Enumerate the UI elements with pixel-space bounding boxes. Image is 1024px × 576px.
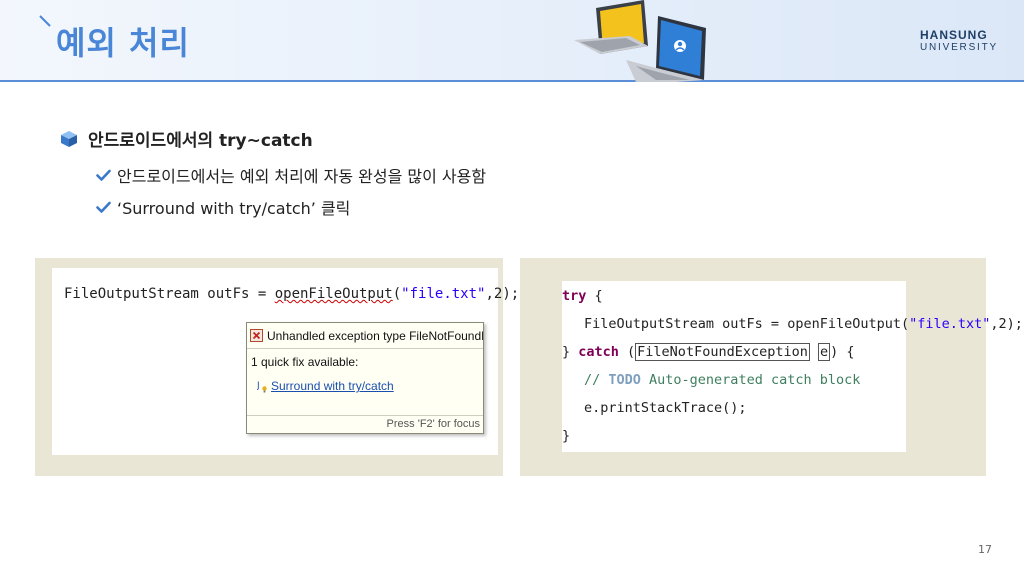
code-line: FileOutputStream outFs = openFileOutput(… [64, 286, 519, 302]
try-catch-result-screenshot: try { FileOutputStream outFs = openFileO… [520, 258, 1023, 476]
bullet-item-2: ‘Surround with try/catch’ 클릭 [96, 195, 350, 219]
title-accent-mark [39, 15, 51, 27]
cube-bullet-icon [61, 130, 77, 147]
quick-fix-link-text[interactable]: Surround with try/catch [271, 379, 394, 393]
code-line-1: try { [562, 288, 603, 304]
popup-footer: Press 'F2' for focus [247, 415, 483, 433]
svg-text:J: J [257, 381, 260, 391]
code-line-6: } [562, 428, 571, 444]
bullet-item-1: 안드로이드에서는 예외 처리에 자동 완성을 많이 사용함 [96, 163, 486, 187]
code-text: ,2); [990, 316, 1023, 332]
popup-header-text: Unhandled exception type FileNotFoundExc… [267, 328, 483, 343]
code-string: "file.txt" [401, 286, 486, 302]
comment-text: Auto-generated catch block [640, 372, 861, 388]
section-heading: 안드로이드에서의 try~catch [60, 126, 313, 151]
lightbulb-icon: J [257, 381, 267, 393]
logo-top-text: HANSUNG [919, 28, 988, 42]
surround-try-catch-link[interactable]: J Surround with try/catch [257, 379, 394, 393]
code-line-4: // TODO Auto-generated catch block [584, 372, 860, 388]
code-line-3: } catch (FileNotFoundException e) { [562, 343, 855, 361]
page-number: 17 [978, 543, 992, 556]
code-method: openFileOutput [274, 286, 393, 302]
code-text: FileOutputStream outFs = openFileOutput( [584, 316, 910, 332]
check-icon [96, 169, 111, 181]
slide-title: 예외 처리 [56, 24, 190, 62]
code-line-5: e.printStackTrace(); [584, 400, 747, 416]
popup-header: Unhandled exception type FileNotFoundExc… [247, 323, 483, 349]
code-text: { [586, 288, 603, 304]
section-title: 안드로이드에서의 try~catch [88, 131, 313, 151]
exception-var: e [818, 343, 831, 361]
comment-todo: TODO [608, 372, 641, 388]
comment-slashes: // [584, 372, 609, 388]
bullet-item-text: ‘Surround with try/catch’ 클릭 [117, 199, 351, 218]
laptops-illustration [574, 0, 706, 82]
keyword-catch: catch [578, 344, 619, 360]
code-text: ( [618, 344, 636, 360]
bullet-item-text: 안드로이드에서는 예외 처리에 자동 완성을 많이 사용함 [117, 167, 487, 186]
code-prefix: FileOutputStream outFs = [64, 286, 275, 302]
exception-type: FileNotFoundException [635, 343, 810, 361]
slide-header: 예외 처리 HANSUNG UNIVERSITY [0, 0, 1024, 82]
code-line-2: FileOutputStream outFs = openFileOutput(… [584, 316, 1023, 332]
university-logo: HANSUNG UNIVERSITY [920, 28, 998, 53]
code-string: "file.txt" [909, 316, 991, 332]
code-editor-before: FileOutputStream outFs = openFileOutput(… [52, 268, 519, 455]
code-text: ) { [830, 344, 855, 360]
check-icon [96, 201, 111, 213]
quick-fix-screenshot: FileOutputStream outFs = openFileOutput(… [35, 258, 519, 476]
popup-subtitle: 1 quick fix available: [251, 355, 359, 369]
code-editor-after: try { FileOutputStream outFs = openFileO… [562, 281, 1023, 452]
error-icon [250, 329, 263, 342]
quick-fix-popup: Unhandled exception type FileNotFoundExc… [246, 322, 484, 434]
code-open-paren: ( [392, 286, 402, 302]
code-text: } [562, 344, 579, 360]
code-rest: ,2); [485, 286, 520, 302]
keyword-try: try [562, 288, 587, 304]
logo-bottom-text: UNIVERSITY [919, 42, 998, 53]
